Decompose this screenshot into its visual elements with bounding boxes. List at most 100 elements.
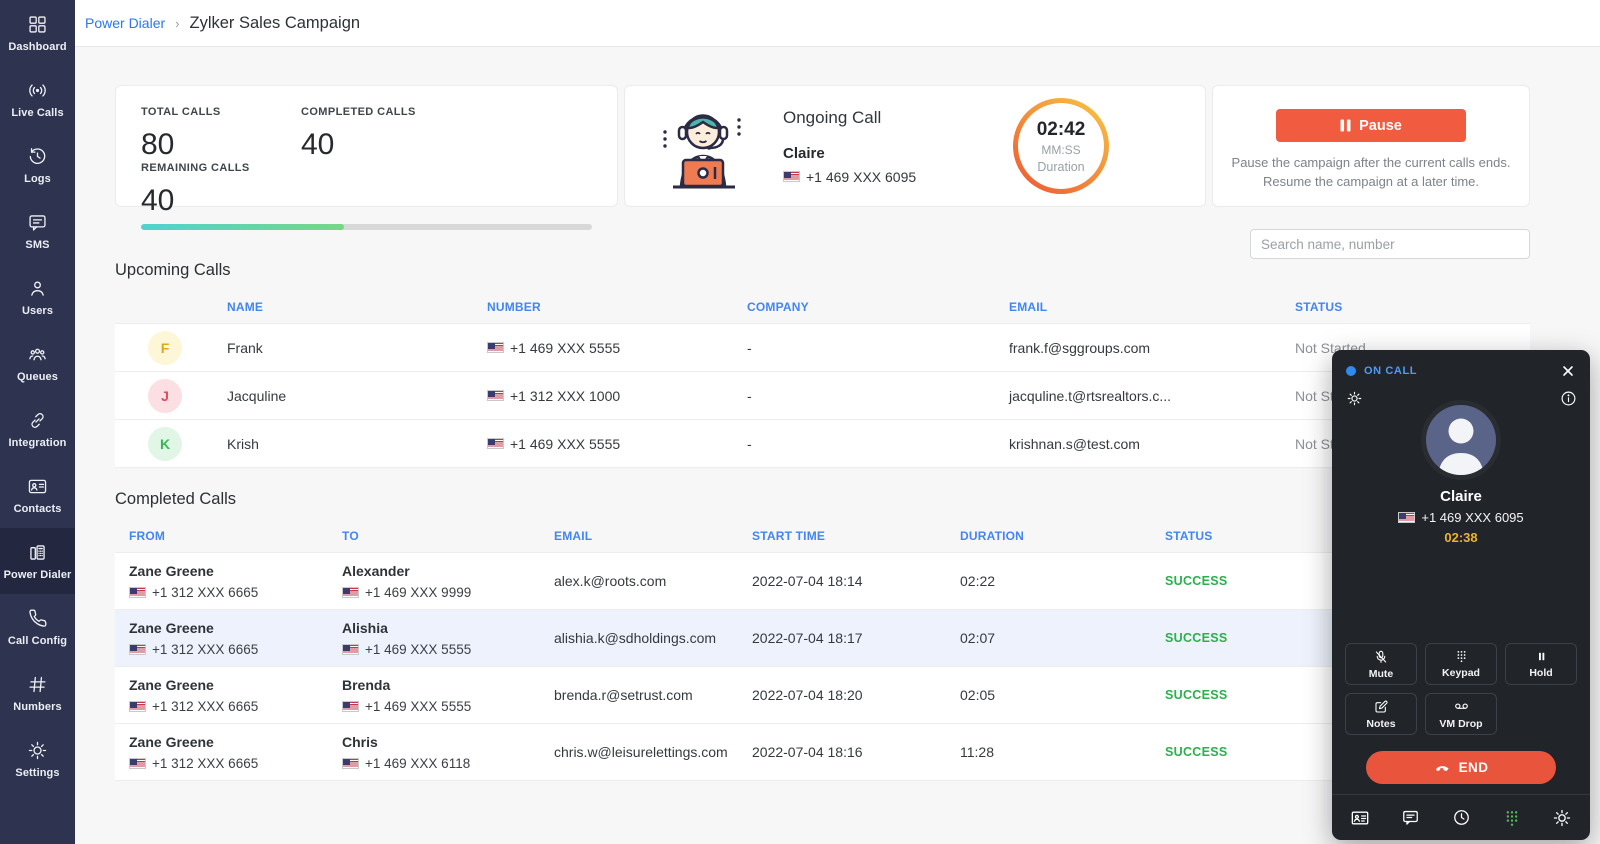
to-name: Alexander (342, 563, 554, 579)
user-icon (27, 278, 49, 300)
sidebar-item-sms[interactable]: SMS (0, 198, 75, 264)
us-flag-icon (783, 171, 800, 182)
contact-email: krishnan.s@test.com (1009, 436, 1295, 452)
to-cell: Alexander +1 469 XXX 9999 (342, 563, 554, 600)
completed-calls-header: FROM TO EMAIL START TIME DURATION STATUS (115, 520, 1530, 552)
settings-icon[interactable] (1551, 807, 1573, 829)
sidebar-item-users[interactable]: Users (0, 264, 75, 330)
search-row (115, 229, 1530, 259)
phone-icon (27, 608, 49, 630)
completed-calls-title: Completed Calls (115, 490, 1530, 509)
call-duration-value: 02:42 (1037, 119, 1086, 141)
contact-email: chris.w@leisurelettings.com (554, 744, 752, 760)
pause-icon (1340, 119, 1351, 132)
column-header-status: STATUS (1295, 300, 1530, 314)
mic-muted-icon (1373, 649, 1389, 665)
us-flag-icon (342, 587, 359, 598)
sidebar-item-logs[interactable]: Logs (0, 132, 75, 198)
sidebar-item-dashboard[interactable]: Dashboard (0, 0, 75, 66)
to-number: +1 469 XXX 5555 (342, 699, 554, 714)
us-flag-icon (342, 644, 359, 655)
gear-icon (27, 740, 49, 762)
mute-button[interactable]: Mute (1345, 643, 1417, 685)
sms-icon (27, 212, 49, 234)
stat-total-calls: TOTAL CALLS 80 (141, 106, 301, 162)
column-header-email: EMAIL (554, 529, 752, 543)
people-group-icon (27, 344, 49, 366)
sidebar: Dashboard Live Calls Logs SMS Users Queu… (0, 0, 75, 844)
pause-campaign-card: Pause Pause the campaign after the curre… (1212, 85, 1530, 207)
sidebar-item-label: Numbers (13, 701, 61, 713)
sidebar-item-queues[interactable]: Queues (0, 330, 75, 396)
us-flag-icon (129, 701, 146, 712)
stat-completed-calls: COMPLETED CALLS 40 (301, 106, 456, 162)
avatar: J (148, 379, 182, 413)
sidebar-item-label: Integration (9, 437, 67, 449)
close-icon[interactable] (1560, 363, 1576, 379)
contact-company: - (747, 388, 1009, 404)
contact-card-icon[interactable] (1349, 807, 1371, 829)
stat-label: TOTAL CALLS (141, 106, 301, 118)
from-number: +1 312 XXX 6665 (129, 585, 342, 600)
sidebar-item-power-dialer[interactable]: Power Dialer (0, 528, 75, 594)
notes-button[interactable]: Notes (1345, 693, 1417, 735)
us-flag-icon (129, 758, 146, 769)
hold-button[interactable]: Hold (1505, 643, 1577, 685)
pause-button[interactable]: Pause (1276, 109, 1466, 142)
call-settings-gear-icon[interactable] (1346, 390, 1363, 412)
search-input[interactable] (1250, 229, 1530, 259)
avatar: F (148, 331, 182, 365)
vm-drop-button[interactable]: VM Drop (1425, 693, 1497, 735)
upcoming-call-row: F Frank +1 469 XXX 5555 - frank.f@sggrou… (115, 324, 1530, 372)
page-title: Zylker Sales Campaign (189, 14, 360, 33)
caller-avatar (1426, 405, 1496, 475)
from-cell: Zane Greene +1 312 XXX 6665 (129, 734, 342, 771)
sidebar-item-contacts[interactable]: Contacts (0, 462, 75, 528)
from-number: +1 312 XXX 6665 (129, 699, 342, 714)
start-time: 2022-07-04 18:20 (752, 687, 960, 703)
history-icon (27, 146, 49, 168)
summary-cards-row: TOTAL CALLS 80 COMPLETED CALLS 40 REMAIN… (115, 85, 1530, 207)
upcoming-call-row: K Krish +1 469 XXX 5555 - krishnan.s@tes… (115, 420, 1530, 468)
info-icon[interactable] (1560, 390, 1577, 412)
contact-card-icon (27, 476, 49, 498)
call-duration-ring: 02:42 MM:SS Duration (1013, 98, 1109, 194)
contact-email: brenda.r@setrust.com (554, 687, 752, 703)
breadcrumb-power-dialer-link[interactable]: Power Dialer (85, 15, 165, 31)
column-header-name: NAME (227, 300, 487, 314)
on-call-status-dot (1346, 366, 1356, 376)
contact-company: - (747, 340, 1009, 356)
us-flag-icon (342, 701, 359, 712)
to-cell: Chris +1 469 XXX 6118 (342, 734, 554, 771)
keypad-button[interactable]: Keypad (1425, 643, 1497, 685)
sidebar-item-call-config[interactable]: Call Config (0, 594, 75, 660)
keypad-icon-active[interactable] (1501, 807, 1523, 829)
ongoing-call-name: Claire (783, 145, 916, 162)
sidebar-item-numbers[interactable]: Numbers (0, 660, 75, 726)
duration: 02:05 (960, 687, 1165, 703)
power-dialer-icon (27, 542, 49, 564)
pause-icon (1534, 649, 1549, 664)
start-time: 2022-07-04 18:16 (752, 744, 960, 760)
stat-label: COMPLETED CALLS (301, 106, 456, 118)
contact-number: +1 469 XXX 5555 (487, 340, 747, 356)
end-call-button[interactable]: END (1366, 751, 1556, 784)
duration: 02:22 (960, 573, 1165, 589)
history-icon[interactable] (1450, 807, 1472, 829)
contact-company: - (747, 436, 1009, 452)
sidebar-item-settings[interactable]: Settings (0, 726, 75, 792)
sidebar-item-integration[interactable]: Integration (0, 396, 75, 462)
contact-name: Jacquline (227, 388, 487, 404)
column-header-company: COMPANY (747, 300, 1009, 314)
campaign-progress-fill (141, 224, 344, 230)
contact-email: alishia.k@sdholdings.com (554, 630, 752, 646)
stat-label: REMAINING CALLS (141, 162, 301, 174)
upcoming-call-row: J Jacquline +1 312 XXX 1000 - jacquline.… (115, 372, 1530, 420)
dashboard-icon (27, 14, 49, 36)
column-header-start-time: START TIME (752, 529, 960, 543)
duration: 02:07 (960, 630, 1165, 646)
column-header-duration: DURATION (960, 529, 1165, 543)
chat-icon[interactable] (1400, 807, 1422, 829)
ongoing-call-card: Ongoing Call Claire +1 469 XXX 6095 02:4… (624, 85, 1206, 207)
sidebar-item-live-calls[interactable]: Live Calls (0, 66, 75, 132)
